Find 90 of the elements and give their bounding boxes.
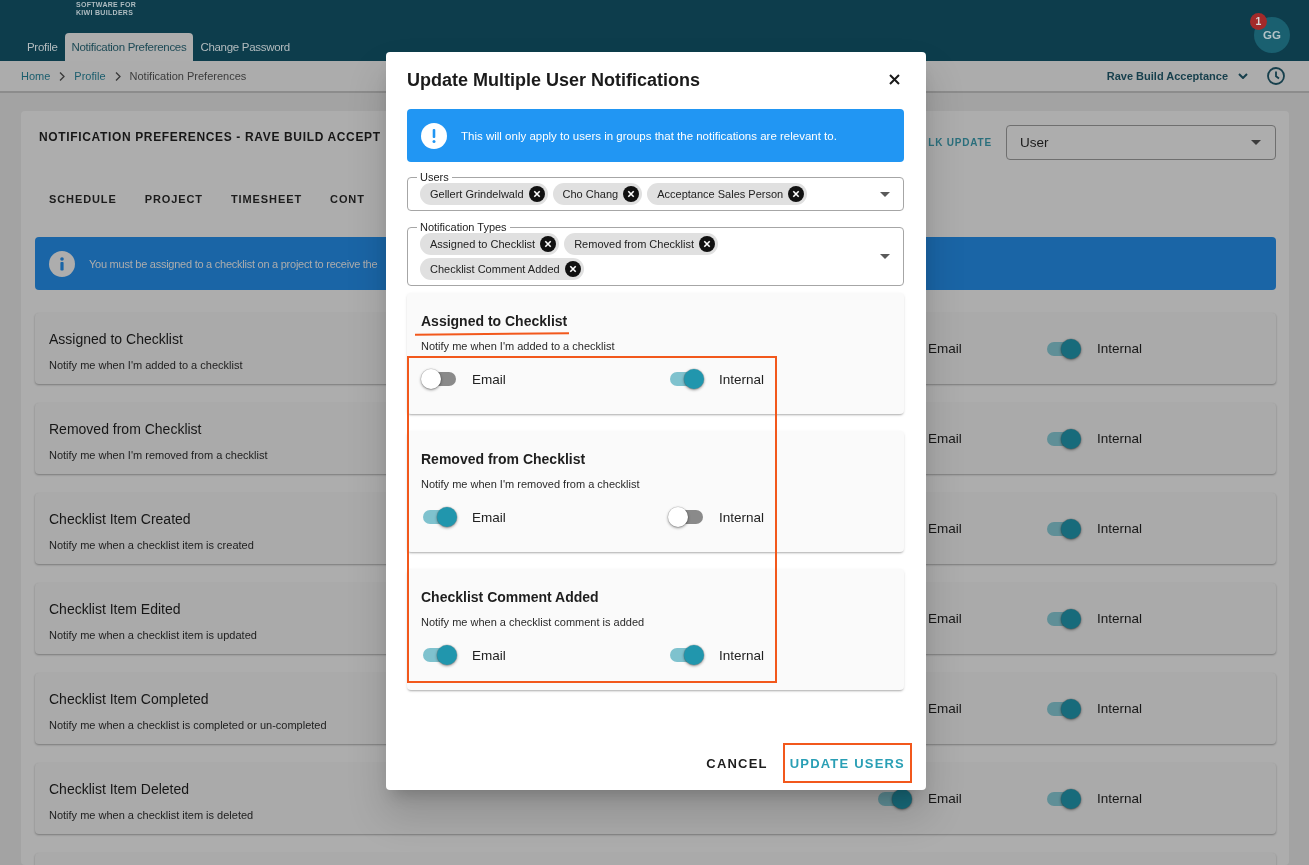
row-description: Notify me when a checklist is completed or un-completed <box>49 718 327 732</box>
remove-icon[interactable] <box>623 186 640 202</box>
toggle-switch[interactable] <box>1045 788 1081 809</box>
toggle-switch[interactable] <box>1045 518 1081 539</box>
remove-icon[interactable] <box>528 186 545 202</box>
selected-chip[interactable]: Cho Chang <box>552 183 643 205</box>
chevron-right-icon <box>114 71 121 81</box>
toggle-label: Internal <box>1097 431 1143 446</box>
nav-tab[interactable]: Notification Preferences <box>64 33 194 61</box>
card-title: Removed from Checklist <box>421 450 586 468</box>
selected-chip[interactable]: Assigned to Checklist <box>420 233 560 255</box>
remove-icon[interactable] <box>540 236 557 252</box>
panel-title: NOTIFICATION PREFERENCES - RAVE BUILD ACCEPT <box>39 130 381 144</box>
card-description: Notify me when I'm removed from a checklist <box>421 477 640 491</box>
toggle-label: Internal <box>1097 791 1143 806</box>
toggle-label: Internal <box>1097 341 1143 356</box>
toggle-label: Email <box>928 431 962 446</box>
project-selector[interactable]: Rave Build Acceptance <box>1106 70 1248 82</box>
nav-tab[interactable]: Profile <box>20 33 65 61</box>
row-title: Checklist Item Created <box>49 510 191 528</box>
selected-chip[interactable]: Gellert Grindelwald <box>420 183 548 205</box>
toggle-switch[interactable] <box>1045 608 1081 629</box>
view-select[interactable]: User <box>1006 125 1276 160</box>
clock-icon[interactable] <box>1267 67 1285 85</box>
remove-icon[interactable] <box>564 261 581 277</box>
toggle-label: Email <box>928 701 962 716</box>
row-title: Checklist Item Completed <box>49 690 209 708</box>
row-title: Checklist Item Edited <box>49 600 181 618</box>
selected-chip[interactable]: Acceptance Sales Person <box>647 183 808 205</box>
row-title: Checklist Item Deleted <box>49 780 190 798</box>
remove-icon[interactable] <box>699 236 715 252</box>
toggle-label: Email <box>928 791 962 806</box>
toggle-label: Email <box>472 371 506 387</box>
dropdown-arrow-icon <box>1251 140 1261 145</box>
category-tab[interactable]: CONT <box>316 176 379 224</box>
info-text: You must be assigned to a checklist on a project to receive the <box>89 257 378 270</box>
field-label: Users <box>417 171 452 183</box>
toggle-label: Internal <box>719 647 765 663</box>
toggle-label: Email <box>928 611 962 626</box>
category-tab[interactable]: PROJECT <box>130 176 217 224</box>
chevron-down-icon <box>1238 73 1248 79</box>
row-description: Notify me when I'm removed from a checklist <box>49 448 268 462</box>
cancel-button[interactable]: CANCEL <box>698 743 776 783</box>
nav-tab[interactable]: Change Password <box>193 33 297 61</box>
info-icon <box>49 250 75 277</box>
row-description: Notify me when a checklist item is created <box>49 538 254 552</box>
toggle-switch[interactable] <box>668 369 704 389</box>
row-description: Notify me when a checklist item is deleted <box>49 808 254 822</box>
selected-chip[interactable]: Removed from Checklist <box>564 233 718 255</box>
remove-icon[interactable] <box>788 186 805 202</box>
card-description: Notify me when a checklist comment is added <box>421 615 645 629</box>
category-tab[interactable]: TIMESHEET <box>217 176 317 224</box>
multi-select-field[interactable]: Users Gellert Grindelwald Cho Chang Acceptance Sales Person <box>407 171 904 211</box>
toggle-switch[interactable] <box>421 507 457 527</box>
toggle-label: Internal <box>1097 701 1143 716</box>
toggle-switch[interactable] <box>668 645 704 665</box>
card-title: Checklist Comment Added <box>421 588 599 606</box>
toggle-label: Internal <box>719 509 765 525</box>
card-description: Notify me when I'm added to a checklist <box>421 339 615 353</box>
category-tab[interactable]: SCHEDULE <box>35 176 131 224</box>
toggle-label: Email <box>928 521 962 536</box>
toggle-label: Email <box>472 509 506 525</box>
notice-text: This will only apply to users in groups that the notifications are relevant to. <box>461 129 837 142</box>
row-title: Removed from Checklist <box>49 420 202 438</box>
exclamation-icon <box>421 122 447 149</box>
toggle-switch[interactable] <box>421 369 457 389</box>
toggle-label: Email <box>472 647 506 663</box>
card-title: Assigned to Checklist <box>421 312 568 330</box>
row-title: Assigned to Checklist <box>49 330 183 348</box>
chevron-right-icon <box>59 71 66 81</box>
toggle-switch[interactable] <box>668 507 704 527</box>
selected-chip[interactable]: Checklist Comment Added <box>420 258 584 280</box>
toggle-label: Email <box>928 341 962 356</box>
dialog-title: Update Multiple User Notifications <box>407 69 701 92</box>
toggle-switch[interactable] <box>1045 698 1081 719</box>
toggle-label: Internal <box>719 371 765 387</box>
toggle-switch[interactable] <box>1045 428 1081 449</box>
row-description: Notify me when a checklist item is updated <box>49 628 257 642</box>
breadcrumb-current: Notification Preferences <box>129 70 247 82</box>
toggle-label: Internal <box>1097 611 1143 626</box>
toggle-switch[interactable] <box>1045 338 1081 359</box>
dropdown-arrow-icon <box>880 191 890 197</box>
row-description: Notify me when I'm added to a checklist <box>49 358 243 372</box>
dropdown-arrow-icon <box>880 254 890 259</box>
toggle-switch[interactable] <box>421 645 457 665</box>
close-icon[interactable] <box>889 74 900 85</box>
multi-select-field[interactable]: Notification Types Assigned to Checklist Removed from Checklist Checklist Comment Added <box>407 221 904 286</box>
toggle-label: Internal <box>1097 521 1143 536</box>
notification-badge: 1 <box>1250 12 1267 30</box>
field-label: Notification Types <box>417 221 510 233</box>
